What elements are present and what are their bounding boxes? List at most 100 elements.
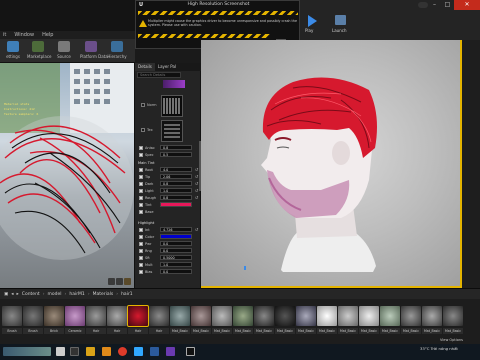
param-value-field[interactable]: 2.06: [160, 174, 192, 179]
weather-status[interactable]: Trời nóng nhất: [431, 346, 458, 351]
breadcrumb-content[interactable]: Content: [22, 292, 40, 297]
param-value-field[interactable]: 0.0: [160, 241, 192, 246]
color-swatch-top[interactable]: [163, 80, 185, 88]
param-checkbox[interactable]: [139, 182, 143, 186]
breadcrumb-hair1[interactable]: hair1: [121, 292, 133, 297]
search-icon[interactable]: [418, 2, 428, 8]
reset-arrow-icon[interactable]: ↺: [194, 195, 199, 200]
param-value-field[interactable]: 0.8: [160, 145, 192, 150]
reset-arrow-icon[interactable]: ↺: [194, 227, 199, 232]
asset-tile[interactable]: Mat_Basic: [191, 306, 211, 336]
param-value-field[interactable]: 4.0: [160, 167, 192, 172]
menu-item-window[interactable]: Window: [14, 32, 34, 38]
level-viewport[interactable]: [201, 40, 462, 288]
param-checkbox[interactable]: [139, 146, 143, 150]
sphere-preview-icon[interactable]: [116, 278, 123, 285]
settings-button[interactable]: ettings: [2, 41, 24, 62]
chrome-icon[interactable]: [118, 347, 127, 356]
app-purple-icon[interactable]: [166, 347, 175, 356]
asset-tile[interactable]: Mat_Basic: [275, 306, 295, 336]
param-value-field[interactable]: 0.8: [160, 195, 192, 200]
material-preview-viewport[interactable]: Material stats Instructions: 412 Texture s…: [0, 63, 134, 288]
param-value-field[interactable]: 4.726: [160, 227, 192, 232]
launch-button[interactable]: Launch: [330, 14, 352, 34]
param-checkbox[interactable]: [139, 175, 143, 179]
asset-tile[interactable]: Brush: [23, 306, 43, 336]
group-header-highlight[interactable]: Highlight: [138, 220, 201, 226]
override-checkbox[interactable]: [141, 128, 145, 132]
source-button[interactable]: Source: [53, 41, 75, 62]
nav-back-icon[interactable]: ◂: [11, 292, 13, 297]
save-all-icon[interactable]: ▣: [4, 292, 8, 297]
asset-tile[interactable]: Mat_Basic: [359, 306, 379, 336]
param-checkbox[interactable]: [139, 235, 143, 239]
asset-tile[interactable]: Mat_Basic: [296, 306, 316, 336]
asset-tile-selected[interactable]: Hair: [127, 305, 149, 336]
asset-tile[interactable]: Mat_Basic: [317, 306, 337, 336]
param-checkbox[interactable]: [139, 168, 143, 172]
photoshop-icon[interactable]: [134, 347, 143, 356]
param-value-field[interactable]: 0.8: [160, 181, 192, 186]
asset-tile[interactable]: Mat_Basic: [338, 306, 358, 336]
texture-thumbnail[interactable]: [161, 95, 183, 117]
group-header-main[interactable]: Main Tint: [138, 160, 201, 166]
breadcrumb-model[interactable]: model: [48, 292, 62, 297]
app-orange-icon[interactable]: [102, 347, 111, 356]
asset-tile[interactable]: Mat_Basic: [233, 306, 253, 336]
word-icon[interactable]: [150, 347, 159, 356]
cylinder-preview-icon[interactable]: [108, 278, 115, 285]
breadcrumb-hairm1[interactable]: hairM1: [69, 292, 84, 297]
asset-tile[interactable]: Ceramic: [65, 306, 85, 336]
param-checkbox[interactable]: [139, 203, 143, 207]
menu-item-edit[interactable]: it: [3, 32, 6, 38]
close-icon[interactable]: ✕: [454, 0, 480, 10]
windows-start-icon[interactable]: [56, 347, 65, 356]
asset-tile[interactable]: Hair: [107, 306, 127, 336]
play-button[interactable]: Play: [305, 14, 319, 34]
param-checkbox[interactable]: [139, 189, 143, 193]
plane-preview-icon[interactable]: [124, 278, 131, 285]
param-checkbox[interactable]: [139, 196, 143, 200]
asset-tile[interactable]: Mat_Basic: [443, 306, 463, 336]
asset-tile[interactable]: Mat_Basic: [170, 306, 190, 336]
unreal-engine-icon[interactable]: [186, 347, 195, 356]
asset-tile[interactable]: Brush: [2, 306, 22, 336]
param-value-field[interactable]: 1.0: [160, 262, 192, 267]
param-checkbox[interactable]: [139, 228, 143, 232]
platform-data-button[interactable]: Platform Data: [80, 41, 108, 62]
breadcrumb-materials[interactable]: Materials: [93, 292, 114, 297]
param-value-field[interactable]: 1.0: [160, 188, 192, 193]
asset-tile[interactable]: Mat_Basic: [401, 306, 421, 336]
file-explorer-icon[interactable]: [86, 347, 95, 356]
maximize-icon[interactable]: □: [441, 0, 454, 10]
asset-tile[interactable]: Hair: [149, 306, 169, 336]
param-value-field[interactable]: 0.5: [160, 152, 192, 157]
texture-thumbnail[interactable]: [161, 120, 183, 142]
marketplace-button[interactable]: Marketplace: [27, 41, 52, 62]
asset-tile[interactable]: Mat_Basic: [380, 306, 400, 336]
param-checkbox[interactable]: [139, 270, 143, 274]
nav-forward-icon[interactable]: ▸: [17, 292, 19, 297]
param-checkbox[interactable]: [139, 249, 143, 253]
param-checkbox[interactable]: [139, 256, 143, 260]
asset-tile[interactable]: Mat_Basic: [212, 306, 232, 336]
asset-tile[interactable]: Mat_Basic: [422, 306, 442, 336]
override-checkbox[interactable]: [141, 103, 145, 107]
view-options-button[interactable]: View Options: [440, 338, 463, 342]
tint-color-swatch[interactable]: [160, 202, 192, 207]
menu-item-help[interactable]: Help: [42, 32, 53, 38]
param-checkbox[interactable]: [139, 242, 143, 246]
weather-temp[interactable]: 33°C: [420, 346, 429, 351]
highlight-color-swatch[interactable]: [160, 234, 192, 239]
param-checkbox[interactable]: [139, 153, 143, 157]
details-search-input[interactable]: Search Details: [137, 72, 181, 78]
minimize-icon[interactable]: –: [428, 0, 441, 10]
tab-layer-palette[interactable]: Layer Pal: [155, 63, 179, 71]
asset-tile[interactable]: Mat_Basic: [254, 306, 274, 336]
hierarchy-button[interactable]: Hierarchy: [106, 41, 128, 62]
param-checkbox[interactable]: [139, 263, 143, 267]
param-value-field[interactable]: 0.5000: [160, 255, 192, 260]
task-view-icon[interactable]: [70, 347, 79, 356]
param-checkbox[interactable]: [139, 210, 143, 214]
param-value-field[interactable]: 0.0: [160, 269, 192, 274]
